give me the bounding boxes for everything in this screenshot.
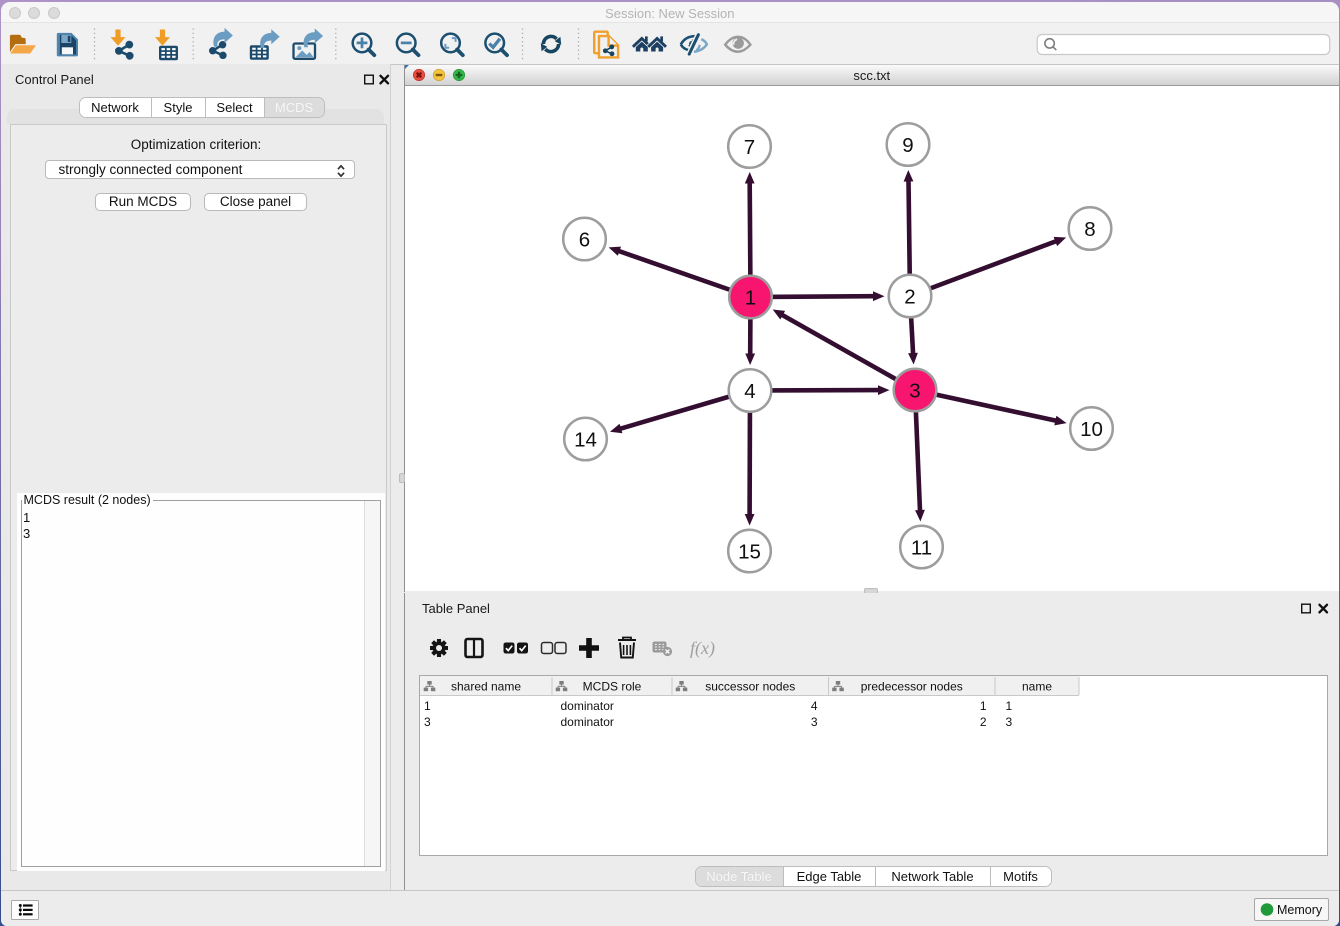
svg-text:11: 11 [911,537,932,560]
svg-text:MCDS role: MCDS role [582,679,641,693]
svg-text:15: 15 [738,541,761,564]
svg-text:successor nodes: successor nodes [705,679,795,693]
svg-text:2: 2 [904,286,915,309]
svg-text:predecessor nodes: predecessor nodes [860,679,962,693]
svg-text:6: 6 [579,229,590,252]
svg-text:shared name: shared name [450,679,520,693]
svg-text:7: 7 [744,136,755,159]
svg-text:f(x): f(x) [690,638,715,659]
svg-text:9: 9 [902,134,913,157]
svg-text:name: name [1021,679,1051,693]
svg-text:8: 8 [1084,218,1095,241]
svg-text:4: 4 [744,380,755,403]
svg-text:10: 10 [1080,418,1103,441]
svg-text:1: 1 [745,287,756,310]
svg-text:14: 14 [574,429,597,452]
svg-text:3: 3 [909,380,920,403]
svg-text:Memory: Memory [1277,903,1323,917]
